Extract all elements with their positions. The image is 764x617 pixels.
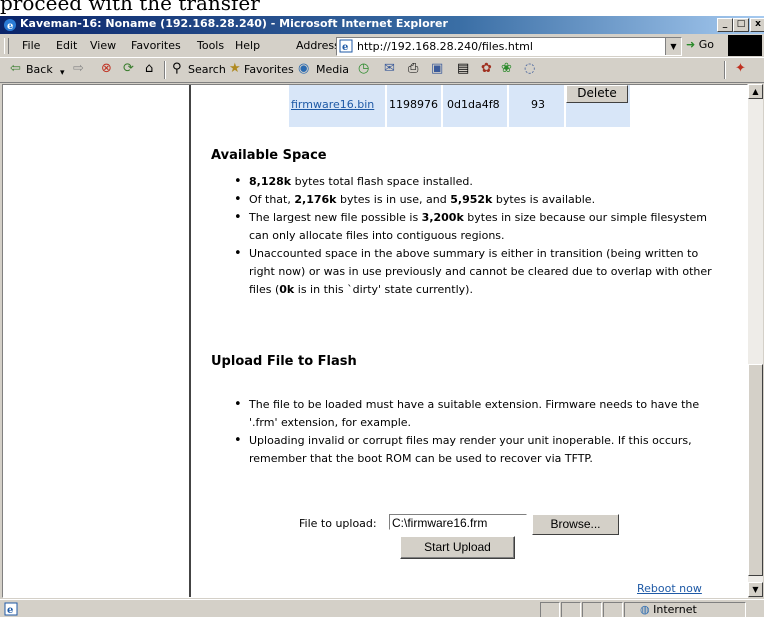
globe-icon: ◍ xyxy=(640,603,650,616)
scroll-up-icon[interactable]: ▲ xyxy=(748,84,763,99)
back-button[interactable]: Back xyxy=(26,63,53,76)
start-upload-button[interactable]: Start Upload xyxy=(400,536,515,559)
translate-icon[interactable]: ✦ xyxy=(735,62,746,76)
menu-favorites[interactable]: Favorites xyxy=(131,39,181,52)
file-name-cell: firmware16.bin xyxy=(289,85,385,127)
file-name-link[interactable]: firmware16.bin xyxy=(291,98,374,111)
list-item: The file to be loaded must have a suitab… xyxy=(231,396,721,432)
svg-text:e: e xyxy=(7,605,13,616)
scroll-down-icon[interactable]: ▼ xyxy=(748,582,763,597)
back-dropdown-icon[interactable]: ▾ xyxy=(60,66,65,80)
toolbar-separator xyxy=(164,61,166,79)
page-content: firmware16.bin 1198976 0d1da4f8 93 Delet… xyxy=(191,85,747,597)
chat-icon[interactable]: ◌ xyxy=(524,62,535,76)
file-count-cell: 93 xyxy=(509,85,564,127)
address-bar-input[interactable]: e http://192.168.28.240/files.html ▼ xyxy=(336,37,682,56)
mail-icon[interactable]: ✉ xyxy=(384,62,395,76)
status-panel xyxy=(540,602,560,617)
scrollbar-thumb[interactable] xyxy=(748,364,763,576)
messenger-icon[interactable]: ❀ xyxy=(501,62,512,76)
page-icon: e xyxy=(339,39,353,53)
page-viewport: firmware16.bin 1198976 0d1da4f8 93 Delet… xyxy=(2,84,748,598)
history-icon[interactable]: ◷ xyxy=(358,62,369,76)
favorites-icon[interactable]: ★ xyxy=(229,62,241,76)
windows-logo-icon xyxy=(728,35,762,56)
maximize-button[interactable]: □ xyxy=(733,18,749,32)
delete-button[interactable]: Delete xyxy=(566,85,628,103)
search-button[interactable]: Search xyxy=(188,63,226,76)
page-status-icon: e xyxy=(4,602,18,616)
search-icon[interactable]: ⚲ xyxy=(172,62,182,76)
vertical-scrollbar[interactable]: ▲ ▼ xyxy=(748,84,763,597)
standard-toolbar: ⇦ Back ▾ ⇨ ⊗ ⟳ ⌂ ⚲ Search ★ Favorites ◉ … xyxy=(0,58,764,83)
menu-grip-handle[interactable] xyxy=(4,38,9,54)
go-label: Go xyxy=(698,38,714,51)
upload-heading: Upload File to Flash xyxy=(211,354,357,369)
upload-notes-list: The file to be loaded must have a suitab… xyxy=(231,396,721,468)
file-upload-input[interactable]: C:\firmware16.frm xyxy=(389,514,527,530)
ie-logo-icon: e xyxy=(4,19,16,32)
favorites-button[interactable]: Favorites xyxy=(244,63,294,76)
menu-edit[interactable]: Edit xyxy=(56,39,77,52)
file-size-cell: 1198976 xyxy=(387,85,441,127)
file-upload-label: File to upload: xyxy=(299,517,377,530)
forward-arrow-icon[interactable]: ⇨ xyxy=(73,62,84,76)
list-item: The largest new file possible is 3,200k … xyxy=(231,209,721,245)
internet-zone: ◍ Internet xyxy=(640,603,697,616)
research-icon[interactable]: ✿ xyxy=(481,62,492,76)
menu-view[interactable]: View xyxy=(90,39,116,52)
browser-window: e Kaveman-16: Noname (192.168.28.240) - … xyxy=(0,16,764,617)
status-panel xyxy=(603,602,623,617)
file-count: 93 xyxy=(531,98,545,111)
go-button[interactable]: ➜ Go xyxy=(686,38,714,51)
print-icon[interactable]: ⎙ xyxy=(408,62,418,76)
minimize-button[interactable]: _ xyxy=(717,18,733,32)
list-item: 8,128k bytes total flash space installed… xyxy=(231,173,721,191)
file-checksum-cell: 0d1da4f8 xyxy=(443,85,507,127)
menu-tools[interactable]: Tools xyxy=(197,39,224,52)
browse-button[interactable]: Browse... xyxy=(532,514,619,535)
address-label: Address xyxy=(296,39,340,52)
refresh-icon[interactable]: ⟳ xyxy=(123,62,134,76)
close-button[interactable]: x xyxy=(750,18,764,32)
menu-help[interactable]: Help xyxy=(235,39,260,52)
reboot-link[interactable]: Reboot now xyxy=(637,582,702,595)
zone-label: Internet xyxy=(653,603,697,616)
media-icon[interactable]: ◉ xyxy=(298,62,309,76)
go-arrow-icon: ➜ xyxy=(686,38,696,51)
home-icon[interactable]: ⌂ xyxy=(145,62,153,76)
address-url: http://192.168.28.240/files.html xyxy=(357,40,533,53)
address-dropdown-icon[interactable]: ▼ xyxy=(665,38,681,55)
svg-text:e: e xyxy=(342,42,348,53)
background-page-text: proceed with the transfer xyxy=(0,0,260,15)
media-button[interactable]: Media xyxy=(316,63,349,76)
window-title: Kaveman-16: Noname (192.168.28.240) - Mi… xyxy=(20,17,448,30)
file-checksum: 0d1da4f8 xyxy=(447,98,500,111)
stop-icon[interactable]: ⊗ xyxy=(101,62,112,76)
list-item: Of that, 2,176k bytes is in use, and 5,9… xyxy=(231,191,721,209)
file-size: 1198976 xyxy=(389,98,438,111)
status-panel xyxy=(561,602,581,617)
status-panel xyxy=(582,602,602,617)
svg-text:e: e xyxy=(7,21,13,32)
page-sidebar xyxy=(3,85,191,597)
edit-icon[interactable]: ▣ xyxy=(431,62,443,76)
toolbar-separator xyxy=(724,61,726,79)
list-item: Unaccounted space in the above summary i… xyxy=(231,245,721,299)
available-space-list: 8,128k bytes total flash space installed… xyxy=(231,173,721,299)
menu-file[interactable]: File xyxy=(22,39,40,52)
status-bar: e ◍ Internet xyxy=(0,599,764,617)
available-space-heading: Available Space xyxy=(211,148,327,163)
list-item: Uploading invalid or corrupt files may r… xyxy=(231,432,721,468)
back-arrow-icon[interactable]: ⇦ xyxy=(10,62,21,76)
title-bar: e Kaveman-16: Noname (192.168.28.240) - … xyxy=(0,16,764,34)
menu-bar: File Edit View Favorites Tools Help Addr… xyxy=(0,35,764,58)
discuss-icon[interactable]: ▤ xyxy=(457,62,469,76)
